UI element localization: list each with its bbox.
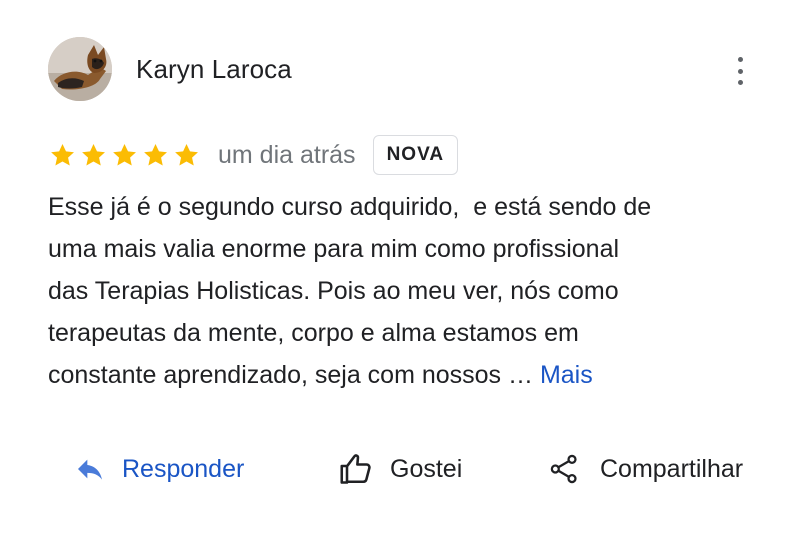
review-text-line: Esse já é o segundo curso adquirido, e e…: [48, 193, 652, 221]
share-icon: [550, 454, 577, 484]
review-text: Esse já é o segundo curso adquirido, e e…: [48, 186, 768, 396]
share-button[interactable]: Compartilhar: [548, 440, 743, 498]
more-link[interactable]: Mais: [540, 361, 593, 389]
review-actions: Responder Gostei Compartilhar: [0, 440, 796, 498]
menu-dot: [737, 57, 743, 62]
avatar-image: [48, 37, 112, 101]
menu-dot: [737, 80, 743, 85]
reply-label: Responder: [122, 454, 245, 483]
review-text-line: uma mais valia enorme para mim como prof…: [48, 235, 620, 263]
reply-button[interactable]: Responder: [74, 440, 244, 498]
like-label: Gostei: [390, 454, 463, 483]
star-icon: [113, 143, 136, 166]
review-header: Karyn Laroca: [48, 37, 758, 101]
review-text-line: das Terapias Holisticas. Pois ao meu ver…: [48, 277, 619, 305]
review-text-line: terapeutas da mente, corpo e alma estamo…: [48, 319, 579, 347]
menu-dot: [737, 68, 743, 74]
avatar[interactable]: [48, 37, 112, 101]
star-icon: [51, 143, 74, 166]
star-icon: [82, 143, 105, 166]
star-rating: [48, 141, 201, 170]
review-card: Karyn Laroca um dia atrás NOVA Esse já é…: [0, 0, 796, 534]
author-name[interactable]: Karyn Laroca: [136, 54, 292, 85]
review-text-line-last: constante aprendizado, seja com nossos ……: [48, 354, 768, 396]
star-icon: [175, 143, 198, 166]
more-vert-icon[interactable]: [734, 57, 746, 85]
thumb-up-icon: [340, 454, 371, 484]
like-button[interactable]: Gostei: [338, 440, 462, 498]
review-text-line: constante aprendizado, seja com nossos …: [48, 361, 540, 389]
reply-icon: [78, 459, 102, 480]
review-time: um dia atrás: [218, 140, 356, 169]
review-meta: um dia atrás NOVA: [48, 134, 459, 176]
share-label: Compartilhar: [600, 454, 744, 483]
new-badge: NOVA: [372, 135, 459, 175]
star-icon: [144, 143, 167, 166]
